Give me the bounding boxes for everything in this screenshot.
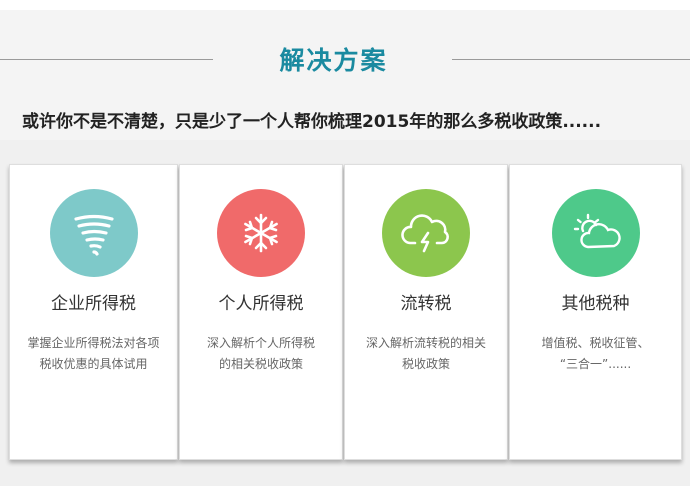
title-divider-left [0, 59, 213, 60]
card-desc-line: 增值税、税收征管、 [541, 336, 650, 350]
card-desc-line: 的相关税收政策 [218, 357, 303, 371]
card-desc-line: “三合一”...... [559, 357, 632, 371]
thunderstorm-icon [401, 214, 449, 253]
card-title: 流转税 [400, 294, 452, 314]
card-title: 个人所得税 [218, 294, 304, 314]
card-desc-line: 税收优惠的具体试用 [39, 357, 148, 371]
card-icon-circle [217, 189, 305, 277]
card-personal-income-tax[interactable]: 个人所得税 深入解析个人所得税 的相关税收政策 [179, 164, 343, 460]
section-title: 解决方案 [279, 46, 388, 75]
card-description: 深入解析流转税的相关 税收政策 [357, 333, 495, 375]
snowflake-icon [244, 213, 278, 253]
card-description: 深入解析个人所得税 的相关税收政策 [192, 333, 330, 375]
card-desc-line: 深入解析个人所得税 [206, 336, 315, 350]
card-desc-line: 掌握企业所得税法对各项 [27, 336, 160, 350]
title-divider-right [452, 59, 690, 60]
card-other-taxes[interactable]: 其他税种 增值税、税收征管、 “三合一”...... [509, 164, 682, 460]
card-icon-circle [49, 189, 138, 277]
card-desc-line: 深入解析流转税的相关 [365, 336, 486, 350]
card-description: 掌握企业所得税法对各项 税收优惠的具体试用 [22, 333, 165, 375]
card-description: 增值税、税收征管、 “三合一”...... [522, 333, 669, 375]
card-icon-circle [551, 189, 640, 277]
card-desc-line: 税收政策 [401, 357, 450, 371]
card-title: 其他税种 [561, 294, 630, 314]
card-turnover-tax[interactable]: 流转税 深入解析流转税的相关 税收政策 [344, 164, 508, 460]
card-title: 企业所得税 [51, 294, 136, 314]
section-subtitle: 或许你不是不清楚，只是少了一个人帮你梳理2015年的那么多税收政策...... [22, 112, 602, 132]
tornado-icon [73, 214, 114, 256]
card-icon-circle [382, 189, 470, 277]
card-corporate-income-tax[interactable]: 企业所得税 掌握企业所得税法对各项 税收优惠的具体试用 [9, 164, 178, 460]
top-strip [0, 0, 690, 10]
partly-cloudy-icon [573, 213, 621, 249]
